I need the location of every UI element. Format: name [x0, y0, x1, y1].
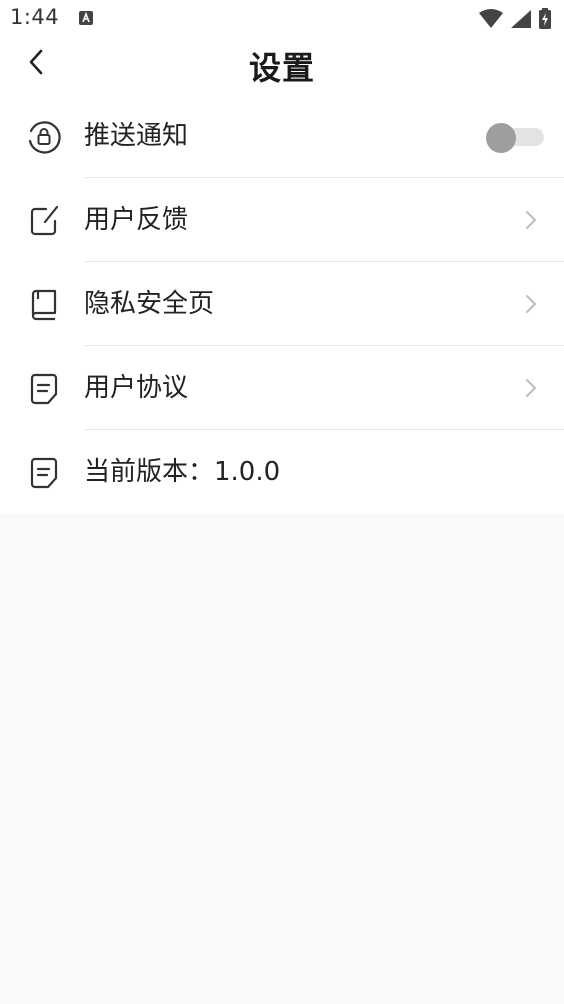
signal-icon — [510, 9, 532, 33]
status-time: 1:44 — [10, 5, 60, 29]
edit-square-icon — [26, 203, 62, 239]
toggle-thumb — [486, 123, 516, 153]
battery-charging-icon — [538, 8, 552, 34]
settings-list: 推送通知 用户反馈 隐私安全页 用户协议 当前版本：1.0.0 — [0, 94, 564, 514]
nav-bar: 设置 — [0, 36, 564, 94]
setting-privacy-security[interactable]: 隐私安全页 — [0, 262, 564, 346]
setting-label: 用户反馈 — [84, 205, 189, 235]
chevron-right-icon — [524, 208, 538, 232]
setting-label: 用户协议 — [84, 373, 189, 403]
setting-current-version: 当前版本：1.0.0 — [0, 430, 564, 514]
lock-circle-icon — [26, 119, 62, 155]
setting-user-feedback[interactable]: 用户反馈 — [0, 178, 564, 262]
font-a-icon — [79, 11, 93, 25]
chevron-right-icon — [524, 292, 538, 316]
status-icons — [478, 8, 552, 34]
setting-push-notifications[interactable]: 推送通知 — [0, 94, 564, 178]
status-bar: 1:44 — [0, 0, 564, 36]
page-title: 设置 — [248, 49, 315, 87]
setting-user-agreement[interactable]: 用户协议 — [0, 346, 564, 430]
header-area: 1:44 设置 — [0, 0, 564, 94]
chevron-right-icon — [524, 376, 538, 400]
setting-label: 推送通知 — [84, 121, 189, 151]
document-icon — [26, 371, 62, 407]
version-label: 当前版本：1.0.0 — [84, 457, 281, 487]
document-icon — [26, 455, 62, 491]
push-notification-toggle[interactable] — [486, 123, 544, 153]
setting-label: 隐私安全页 — [84, 289, 215, 319]
wifi-icon — [478, 9, 504, 33]
book-icon — [26, 287, 62, 323]
